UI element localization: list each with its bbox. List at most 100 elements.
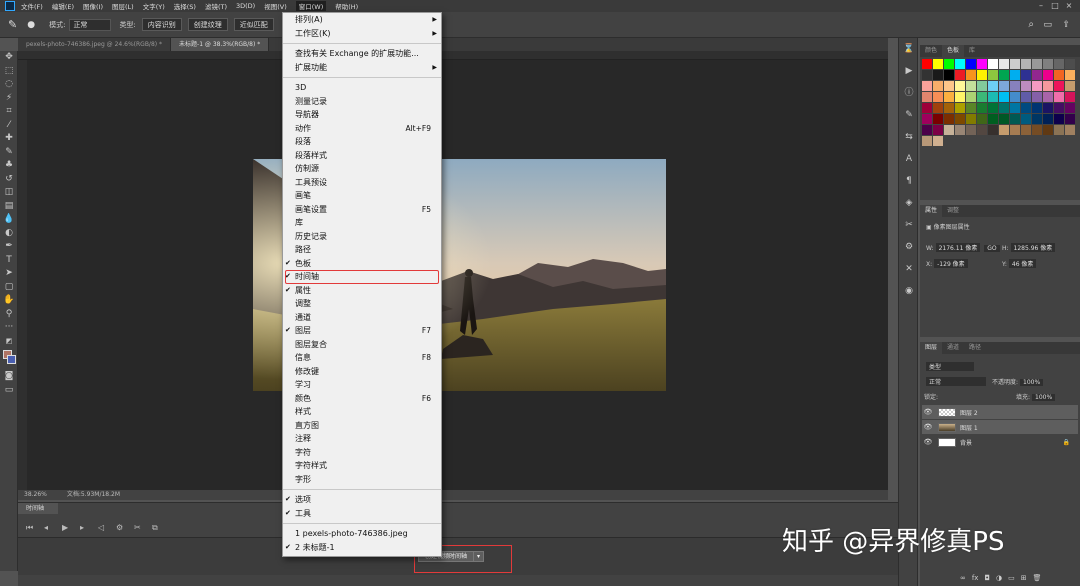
menu-item[interactable]: 学习 [283,378,441,392]
color-swatch[interactable] [999,92,1009,102]
color-swatch[interactable] [933,114,943,124]
color-swatch[interactable] [1054,103,1064,113]
search-icon[interactable]: ⌕ [1028,19,1034,30]
menu-item[interactable]: 颜色 F6 [283,392,441,406]
eyedropper-tool-icon[interactable]: ⁄ [0,119,18,133]
color-swatch[interactable] [1054,125,1064,135]
info-icon[interactable]: ⓘ [899,82,919,104]
color-swatch[interactable] [944,59,954,69]
color-swatch[interactable] [1065,59,1075,69]
menu-item[interactable]: 仿制源 [283,162,441,176]
menu-item[interactable]: ✔ 选项 [283,493,441,507]
menu-item[interactable]: 修改键 [283,365,441,379]
menu-item[interactable]: 库 [283,216,441,230]
color-swatch[interactable] [966,103,976,113]
color-swatch[interactable] [1043,114,1053,124]
color-swatch[interactable] [944,92,954,102]
menu-item[interactable]: 注释 [283,432,441,446]
menu-edit[interactable]: 编辑(E) [52,1,74,11]
maximize-icon[interactable]: □ [1048,0,1062,12]
layer-row[interactable]: 👁 图层 2 [922,405,1078,419]
color-swatch[interactable] [1043,81,1053,91]
prev-frame-icon[interactable]: ◂ [44,523,62,533]
fill-field[interactable]: 100% [1032,394,1056,401]
color-swatch[interactable] [988,59,998,69]
tab-swatches[interactable]: 色板 [942,45,965,57]
menu-help[interactable]: 帮助(H) [335,1,358,11]
menu-type[interactable]: 文字(Y) [143,1,165,11]
menu-view[interactable]: 视图(V) [264,1,287,11]
color-swatch[interactable] [933,70,943,80]
clone-source-icon[interactable]: ⚙ [899,236,919,258]
tab-libraries[interactable]: 库 [964,45,980,57]
menu-item[interactable]: 历史记录 [283,230,441,244]
tab-paths[interactable]: 路径 [964,342,986,354]
color-swatch[interactable] [1043,103,1053,113]
color-swatch[interactable] [1010,70,1020,80]
color-swatch[interactable] [1032,103,1042,113]
menu-item[interactable]: ✔ 2 未标题-1 [283,541,441,555]
settings-icon[interactable]: ⚙ [116,523,134,533]
color-swatch[interactable] [1010,59,1020,69]
y-field[interactable]: 46 像素 [1008,259,1037,268]
adjustments-icon[interactable]: ⇆ [899,126,919,148]
color-swatch[interactable] [1021,92,1031,102]
color-swatch[interactable] [1065,70,1075,80]
move-tool-icon[interactable]: ✥ [0,51,18,65]
menu-item[interactable]: 字符样式 [283,459,441,473]
quick-mask-icon[interactable]: ◙ [0,370,18,384]
paragraph-icon[interactable]: ¶ [899,170,919,192]
color-swatch[interactable] [977,70,987,80]
color-swatch[interactable] [1054,70,1064,80]
color-swatch[interactable] [977,59,987,69]
audio-icon[interactable]: ◁ [98,523,116,533]
color-swatch[interactable] [944,70,954,80]
color-swatch[interactable] [1032,92,1042,102]
color-swatch[interactable] [988,114,998,124]
color-swatch[interactable] [1054,59,1064,69]
menu-item[interactable]: ✔ 色板 [283,257,441,271]
color-swatch[interactable] [922,114,932,124]
color-wheel-icon[interactable]: ◉ [899,280,919,302]
color-swatch[interactable] [966,114,976,124]
menu-item[interactable]: 段落 [283,135,441,149]
gradient-tool-icon[interactable]: ▤ [0,200,18,214]
color-swatch[interactable] [988,125,998,135]
color-swatch[interactable] [922,92,932,102]
content-aware-button[interactable]: 内容识别 [141,18,182,31]
actions-icon[interactable]: ▶ [899,60,919,82]
first-frame-icon[interactable]: ⏮ [26,523,44,533]
color-swatch[interactable] [1032,125,1042,135]
history-brush-tool-icon[interactable]: ↺ [0,173,18,187]
brush-size-icon[interactable]: ● [27,20,35,30]
menu-item[interactable]: 画笔 [283,189,441,203]
link-layers-icon[interactable]: ∞ [960,574,966,582]
color-swatch[interactable] [1054,81,1064,91]
color-swatch[interactable] [999,70,1009,80]
tab-adjustments[interactable]: 调整 [942,205,964,217]
color-swatch[interactable] [1032,114,1042,124]
color-swatch[interactable] [966,59,976,69]
opacity-field[interactable]: 100% [1020,379,1044,386]
color-swatch[interactable] [933,59,943,69]
color-swatch[interactable] [944,103,954,113]
eye-icon[interactable]: 👁 [922,423,934,431]
color-swatch[interactable] [933,81,943,91]
color-swatch[interactable] [1010,114,1020,124]
dodge-tool-icon[interactable]: ◐ [0,227,18,241]
pen-tool-icon[interactable]: ✒ [0,240,18,254]
menu-item[interactable]: ✔ 图层 F7 [283,324,441,338]
color-swatch[interactable] [1021,70,1031,80]
color-swatch[interactable] [933,103,943,113]
menu-item[interactable]: 字符 [283,446,441,460]
menu-item[interactable]: 导航器 [283,108,441,122]
eye-icon[interactable]: 👁 [922,438,934,446]
create-texture-button[interactable]: 创建纹理 [187,18,228,31]
new-layer-icon[interactable]: ⊞ [1021,574,1027,582]
clone-stamp-tool-icon[interactable]: ♣ [0,159,18,173]
menu-item[interactable]: 1 pexels-photo-746386.jpeg [283,527,441,541]
tool-presets-icon[interactable]: ✂ [899,214,919,236]
glyphs-icon[interactable]: ◈ [899,192,919,214]
menu-item[interactable]: 测量记录 [283,95,441,109]
color-swatch[interactable] [955,125,965,135]
